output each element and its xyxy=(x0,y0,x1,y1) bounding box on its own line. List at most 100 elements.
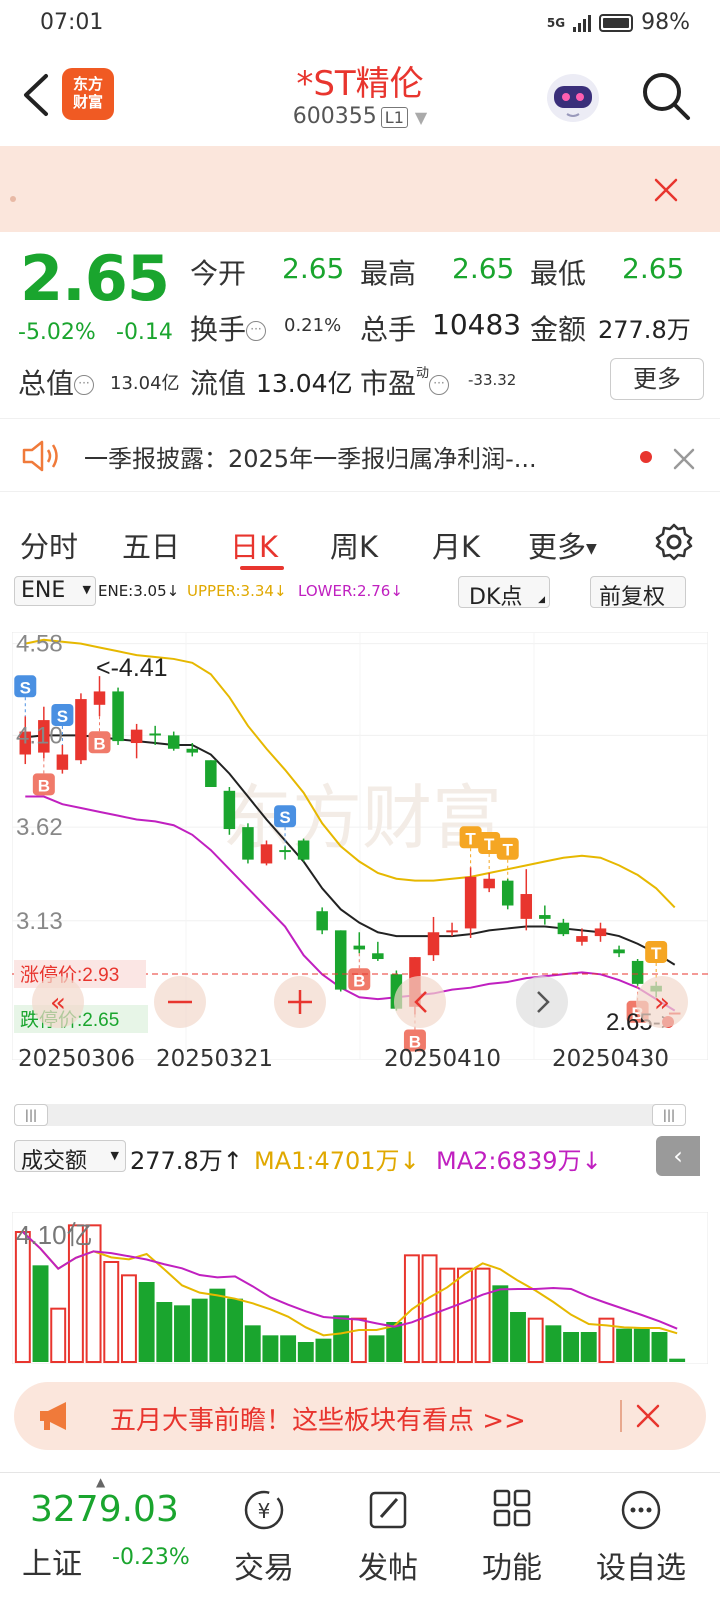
candle xyxy=(242,823,254,864)
volume-label: 总手 xyxy=(360,313,417,346)
tab-weekly-k[interactable]: 周K xyxy=(330,524,378,566)
index-value[interactable]: 3279.03 xyxy=(30,1489,179,1530)
close-icon[interactable] xyxy=(652,176,680,204)
low-label: 最低 xyxy=(530,257,587,290)
lower-value: LOWER:2.76↓ xyxy=(298,582,403,600)
volume-bar xyxy=(315,1338,332,1362)
scroll-right-button[interactable]: » xyxy=(636,976,688,1028)
volume-bar xyxy=(297,1342,314,1362)
volume-bar xyxy=(492,1285,509,1362)
nav-trade[interactable]: ¥ 交易 xyxy=(214,1487,314,1587)
promo-text: 五月大事前瞻！这些板块有看点 >> xyxy=(110,1406,526,1436)
edit-icon xyxy=(369,1491,407,1529)
candle-body xyxy=(520,894,533,919)
search-icon[interactable] xyxy=(640,70,692,122)
candle-body xyxy=(186,748,199,753)
candle-body xyxy=(483,878,495,889)
volume-bar xyxy=(616,1328,633,1362)
close-icon[interactable] xyxy=(672,447,696,471)
candle-body xyxy=(56,754,69,770)
volume-chart: 4.10亿 xyxy=(12,1212,708,1364)
turnover-label[interactable]: 换手 ··· xyxy=(190,308,267,348)
stock-code[interactable]: 600355 L1 ▼ xyxy=(0,104,720,129)
announcement-bar[interactable]: 一季报披露：2025年一季报归属净利润-... xyxy=(0,418,720,492)
nav-functions[interactable]: 功能 xyxy=(462,1487,562,1587)
range-right-handle[interactable]: ||| xyxy=(652,1104,686,1126)
gear-icon[interactable] xyxy=(654,522,694,562)
candle xyxy=(464,867,477,938)
amount-value: 277.8万 xyxy=(598,316,691,344)
mktcap-label[interactable]: 总值 ··· xyxy=(18,362,95,402)
trade-icon: ¥ xyxy=(244,1490,284,1530)
candle-body xyxy=(501,880,514,906)
caret-down-icon: ▼ xyxy=(110,1149,119,1162)
announcement-text: 一季报披露：2025年一季报归属净利润-... xyxy=(84,445,537,473)
candle-body xyxy=(557,922,570,935)
info-icon: ··· xyxy=(246,321,267,341)
candle-body xyxy=(316,911,328,931)
volume-bar xyxy=(527,1317,544,1363)
volume-current: 277.8万↑ xyxy=(130,1147,243,1175)
volume-ma1: MA1:4701万↓ xyxy=(254,1147,420,1175)
collapse-panel-button[interactable]: ‹ xyxy=(656,1136,700,1176)
adjust-button[interactable]: 前复权 xyxy=(590,576,686,610)
volume-bar xyxy=(580,1332,597,1362)
volume-bar xyxy=(651,1332,668,1362)
change-amount: -0.14 xyxy=(116,320,173,345)
volume-indicator-select[interactable]: 成交额 ▼ xyxy=(14,1140,126,1174)
tab-daily-k[interactable]: 日K xyxy=(230,524,278,566)
volume-bar xyxy=(333,1315,350,1362)
tab-more[interactable]: 更多▼ xyxy=(528,524,597,566)
nav-post[interactable]: 发帖 xyxy=(338,1487,438,1587)
volume-bar xyxy=(156,1302,173,1362)
volume-bar xyxy=(280,1335,297,1362)
zoom-out-button[interactable] xyxy=(154,976,206,1028)
y-axis-label: 3.13 xyxy=(16,908,63,935)
signal-icon xyxy=(573,14,592,32)
pe-label[interactable]: 市盈动··· xyxy=(360,362,450,402)
network-label: 5G xyxy=(546,15,566,30)
low-value: 2.65 xyxy=(622,252,685,285)
y-axis-label: 4.10 xyxy=(16,722,63,749)
notice-banner[interactable] xyxy=(0,146,720,232)
next-button[interactable] xyxy=(516,976,568,1028)
candle-body xyxy=(260,844,273,864)
candle-body xyxy=(93,691,106,705)
candle xyxy=(316,907,328,935)
x-label-4: 20250430 xyxy=(552,1046,670,1072)
kline-chart[interactable]: 东方财富 SSBBSBBT T TBT 4.584.103.623.13 涨停价:2… xyxy=(12,632,708,1060)
range-left-handle[interactable]: ||| xyxy=(14,1104,48,1126)
x-label-3: 20250410 xyxy=(384,1046,502,1072)
signal-label: B xyxy=(93,734,105,753)
nav-watchlist[interactable]: 设自选 xyxy=(586,1487,696,1587)
tab-monthly-k[interactable]: 月K xyxy=(432,524,480,566)
prev-button[interactable] xyxy=(394,976,446,1028)
megaphone-icon xyxy=(40,1402,66,1430)
tab-five-day[interactable]: 五日 xyxy=(122,524,180,566)
volume-bar xyxy=(669,1358,686,1362)
svg-text:«: « xyxy=(50,988,66,1018)
scroll-left-button[interactable]: « xyxy=(32,976,84,1028)
chart-range-scrollbar[interactable]: ||| ||| xyxy=(14,1104,686,1126)
indicator-select[interactable]: ENE ▼ xyxy=(14,576,96,606)
robot-assistant-icon[interactable] xyxy=(542,68,604,128)
caret-down-icon: ▼ xyxy=(82,583,91,596)
more-quote-button[interactable]: 更多 xyxy=(610,358,704,400)
candle-body xyxy=(446,930,458,933)
current-price: 2.65 xyxy=(20,242,170,315)
candle xyxy=(501,878,514,910)
svg-text:»: » xyxy=(654,988,670,1018)
change-percent: -5.02% xyxy=(18,320,96,345)
candle-body xyxy=(353,945,366,950)
volume-bar xyxy=(633,1328,650,1362)
stock-name: *ST精伦 xyxy=(296,64,424,104)
dk-point-button[interactable]: DK点 ◢ xyxy=(458,576,550,610)
tab-intraday[interactable]: 分时 xyxy=(20,524,78,566)
upper-value: UPPER:3.34↓ xyxy=(187,582,287,600)
open-label: 今开 xyxy=(190,257,247,290)
volume-bar xyxy=(191,1298,208,1362)
promo-banner[interactable]: 五月大事前瞻！这些板块有看点 >> xyxy=(14,1382,706,1450)
zoom-in-button[interactable] xyxy=(274,976,326,1028)
candle xyxy=(297,838,310,862)
close-icon[interactable] xyxy=(634,1402,662,1430)
